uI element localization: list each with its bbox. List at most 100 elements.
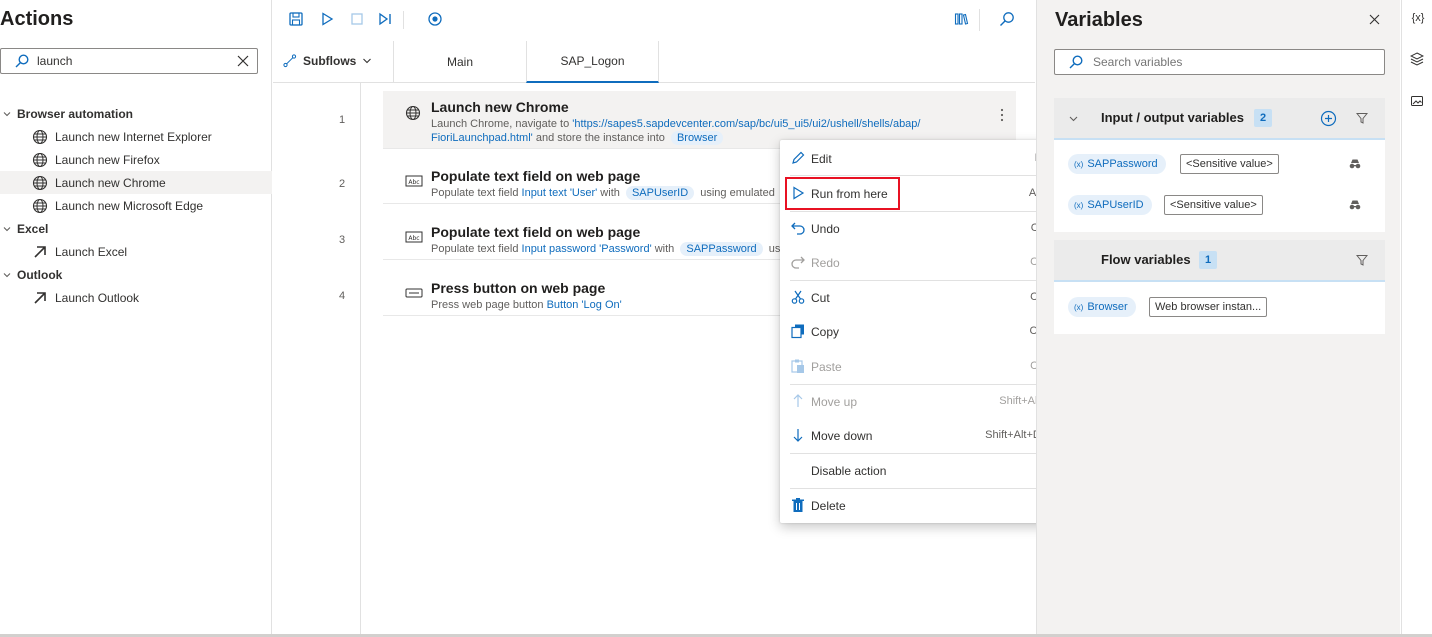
globe-icon: [32, 152, 48, 168]
menu-item-move-up[interactable]: Move up Shift+Alt+Up: [780, 384, 1079, 418]
images-icon[interactable]: [1410, 94, 1426, 110]
step-description: Press web page button Button 'Log On': [431, 299, 622, 311]
redo-icon: [790, 254, 806, 270]
variable-icon: (x): [1074, 303, 1084, 312]
step-element-link[interactable]: Button 'Log On': [547, 299, 622, 311]
actions-title: Actions: [0, 8, 74, 30]
step-description: Populate text field Input password 'Pass…: [431, 242, 781, 256]
flow-variables-list: (x) Browser Web browser instan...: [1054, 282, 1385, 334]
tab-sap-logon[interactable]: SAP_Logon: [526, 41, 659, 83]
hidden-value-icon[interactable]: [1349, 199, 1361, 211]
variable-name-chip[interactable]: (x) Browser: [1068, 297, 1136, 317]
menu-item-copy[interactable]: Copy Ctrl+C: [780, 314, 1079, 348]
menu-item-paste[interactable]: Paste Ctrl+V: [780, 349, 1079, 383]
add-variable-icon[interactable]: [1320, 110, 1337, 127]
pencil-icon: [790, 150, 806, 166]
chevron-down-icon: [2, 270, 12, 280]
globe-icon: [405, 105, 421, 121]
actions-search-box[interactable]: [0, 48, 258, 74]
variable-chip[interactable]: Browser: [670, 131, 724, 145]
variable-name-chip[interactable]: (x) SAPPassword: [1068, 154, 1166, 174]
tree-group-browser-automation[interactable]: Browser automation: [0, 102, 272, 125]
arrow-launch-icon: [32, 290, 48, 306]
more-options-icon[interactable]: [1000, 108, 1004, 122]
layers-icon[interactable]: [1410, 52, 1426, 68]
play-icon: [790, 185, 806, 201]
menu-item-move-down[interactable]: Move down Shift+Alt+Down: [780, 418, 1079, 452]
variables-search-box[interactable]: [1054, 49, 1385, 75]
variables-search-input[interactable]: [1093, 54, 1353, 70]
variable-row-sappassword[interactable]: (x) SAPPassword <Sensitive value>: [1054, 145, 1385, 181]
hidden-value-icon[interactable]: [1349, 158, 1361, 170]
globe-icon: [32, 198, 48, 214]
step-element-link[interactable]: Input password 'Password': [522, 243, 652, 255]
tree-item-launch-edge[interactable]: Launch new Microsoft Edge: [0, 194, 272, 217]
menu-item-cut[interactable]: Cut Ctrl+X: [780, 280, 1079, 314]
actions-search-input[interactable]: [37, 53, 217, 69]
variable-value: <Sensitive value>: [1180, 154, 1279, 174]
variable-value: Web browser instan...: [1149, 297, 1268, 317]
svg-text:Abc: Abc: [408, 235, 419, 242]
tree-item-launch-firefox[interactable]: Launch new Firefox: [0, 148, 272, 171]
tree-group-excel[interactable]: Excel: [0, 217, 272, 240]
line-number: 2: [338, 178, 346, 190]
chevron-down-icon[interactable]: [1068, 113, 1079, 124]
stop-icon[interactable]: [349, 11, 367, 29]
text-field-icon: Abc: [405, 174, 423, 188]
chevron-down-icon: [362, 56, 372, 66]
step-title: Launch new Chrome: [431, 99, 569, 115]
step-element-link[interactable]: Input text 'User': [522, 187, 598, 199]
subflows-dropdown[interactable]: Subflows: [283, 54, 372, 68]
variables-panel-icon[interactable]: {x}: [1410, 12, 1426, 28]
flow-variables-count-badge: 1: [1199, 251, 1217, 269]
search-icon: [1069, 55, 1083, 69]
step-description: Populate text field Input text 'User' wi…: [431, 186, 775, 200]
save-icon[interactable]: [288, 11, 306, 29]
paste-icon: [790, 358, 806, 374]
undo-icon: [790, 220, 806, 236]
filter-icon[interactable]: [1356, 254, 1368, 266]
step-title: Press button on web page: [431, 280, 606, 296]
variable-name-chip[interactable]: (x) SAPUserID: [1068, 195, 1152, 215]
run-icon[interactable]: [319, 11, 337, 29]
io-variables-section-header[interactable]: Input / output variables 2: [1054, 98, 1385, 140]
text-field-icon: Abc: [405, 230, 423, 244]
tab-main[interactable]: Main: [393, 41, 526, 83]
chevron-down-icon: [2, 224, 12, 234]
menu-item-run-from-here[interactable]: Run from here Alt+F5: [780, 176, 1079, 210]
variable-row-browser[interactable]: (x) Browser Web browser instan...: [1054, 288, 1385, 324]
tree-item-launch-chrome[interactable]: Launch new Chrome: [0, 171, 272, 194]
filter-icon[interactable]: [1356, 112, 1368, 124]
search-icon[interactable]: [999, 11, 1017, 29]
tree-item-launch-excel[interactable]: Launch Excel: [0, 240, 272, 263]
tree-item-launch-ie[interactable]: Launch new Internet Explorer: [0, 125, 272, 148]
variable-value: <Sensitive value>: [1164, 195, 1263, 215]
clear-search-icon[interactable]: [237, 55, 249, 67]
arrow-down-icon: [790, 427, 806, 443]
variable-chip[interactable]: SAPPassword: [680, 242, 763, 256]
assets-library-icon[interactable]: [953, 11, 971, 29]
menu-item-disable-action[interactable]: Disable action: [780, 453, 1079, 487]
record-icon[interactable]: [427, 11, 445, 29]
copy-icon: [790, 323, 806, 339]
button-icon: [405, 286, 423, 300]
step-url-link[interactable]: 'https://sapes5.sapdevcenter.com/sap/bc/…: [572, 118, 920, 130]
actions-pane: Actions Browser automation Launch new In…: [0, 0, 272, 637]
close-icon[interactable]: [1369, 14, 1380, 25]
svg-text:Abc: Abc: [408, 179, 419, 186]
step-url-link[interactable]: FioriLaunchpad.html': [431, 132, 533, 144]
globe-icon: [32, 129, 48, 145]
next-action-icon[interactable]: [377, 11, 395, 29]
tree-group-outlook[interactable]: Outlook: [0, 263, 272, 286]
designer-toolbar: [273, 0, 1035, 40]
menu-item-redo[interactable]: Redo Ctrl+Y: [780, 245, 1079, 279]
tree-item-launch-outlook[interactable]: Launch Outlook: [0, 286, 272, 309]
flow-variables-section-header[interactable]: Flow variables 1: [1054, 240, 1385, 282]
variable-row-sapuserid[interactable]: (x) SAPUserID <Sensitive value>: [1054, 186, 1385, 222]
menu-item-delete[interactable]: Delete Del: [780, 488, 1079, 522]
line-number: 4: [338, 290, 346, 302]
menu-item-edit[interactable]: Edit Enter: [780, 141, 1079, 175]
variable-chip[interactable]: SAPUserID: [625, 186, 695, 200]
menu-item-undo[interactable]: Undo Ctrl+Z: [780, 211, 1079, 245]
line-number: 3: [338, 234, 346, 246]
